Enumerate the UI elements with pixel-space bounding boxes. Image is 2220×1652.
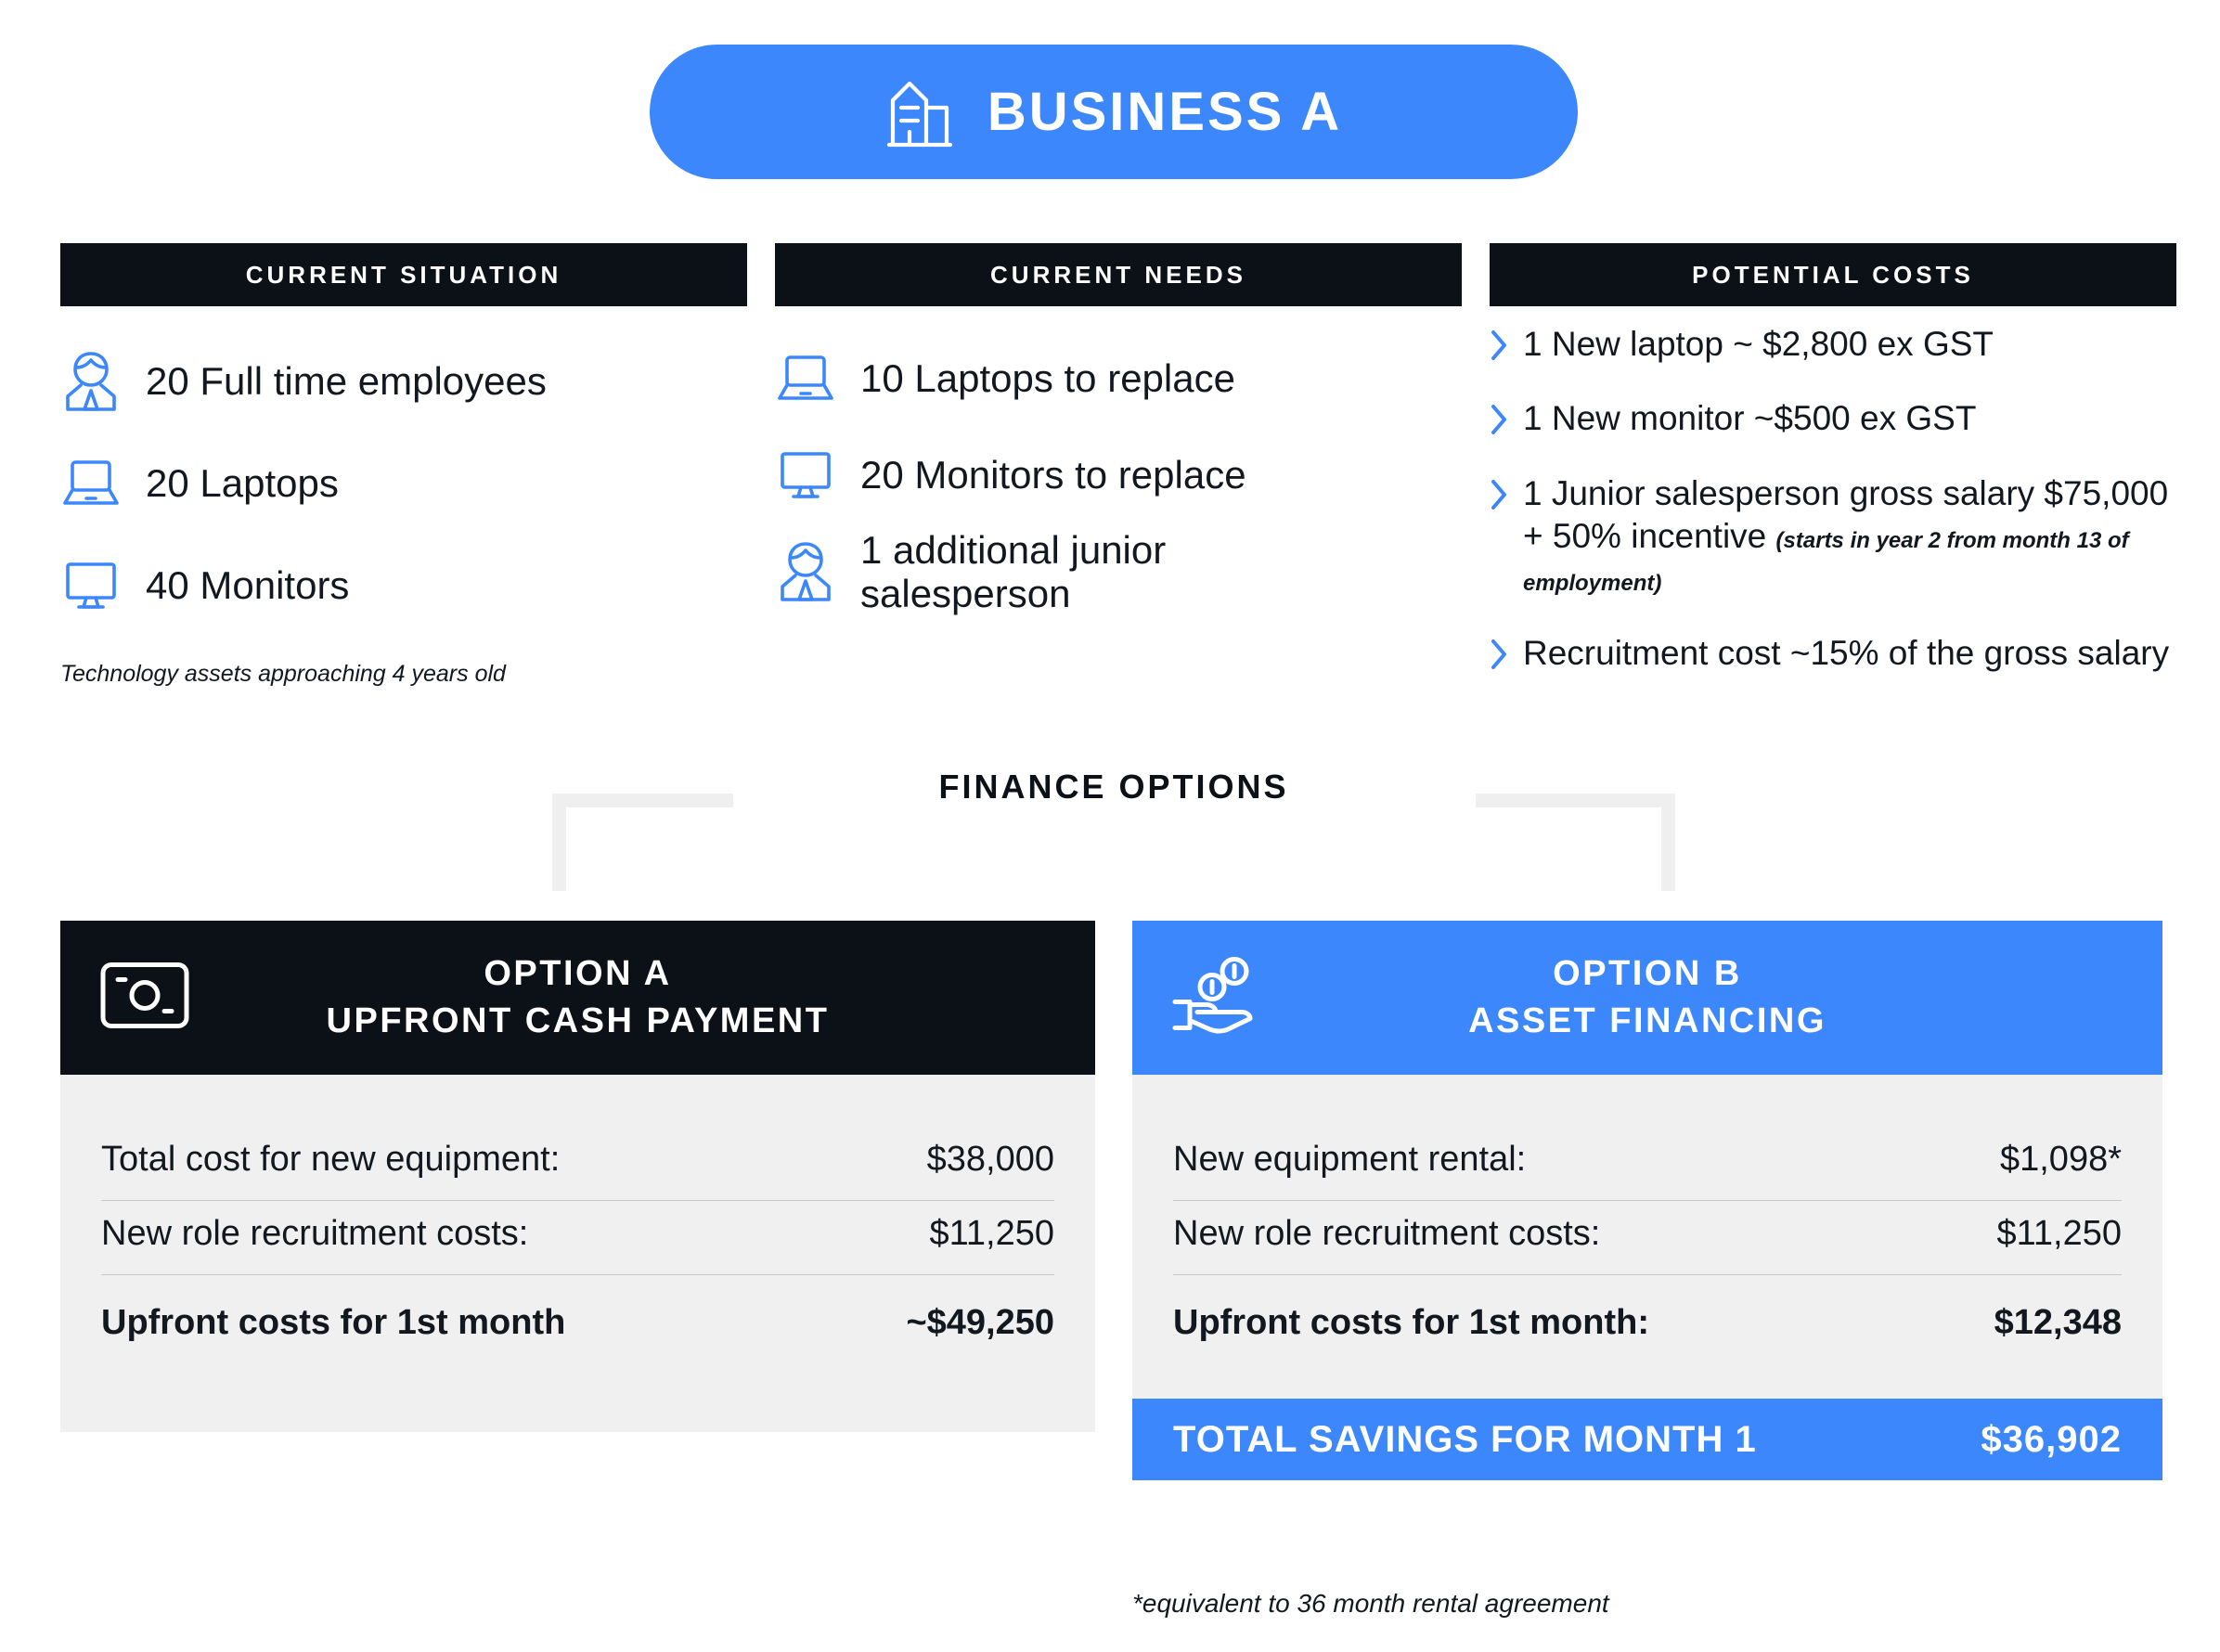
column-current-situation: CURRENT SITUATION 20 Full time employees: [60, 243, 747, 688]
building-icon: [885, 76, 954, 148]
technology-assets-note: Technology assets approaching 4 years ol…: [60, 661, 506, 687]
bullet-list: 1 New laptop ~ $2,800 ex GST 1 New monit…: [1490, 323, 2176, 676]
row-value: $12,348: [1994, 1303, 2122, 1342]
list-item-label: 20 Monitors to replace: [860, 453, 1246, 497]
cost-item-label: 1 New monitor ~$500 ex GST: [1523, 399, 1977, 438]
row-value: $11,250: [929, 1214, 1054, 1253]
option-a-header: OPTION A UPFRONT CASH PAYMENT: [60, 921, 1095, 1075]
table-row: New equipment rental: $1,098*: [1173, 1127, 2122, 1200]
list-item: Recruitment cost ~15% of the gross salar…: [1490, 632, 2176, 675]
row-label: Total cost for new equipment:: [101, 1140, 561, 1179]
list-item: 40 Monitors: [60, 535, 747, 637]
option-a-title-line1: OPTION A: [484, 953, 672, 993]
list-item-label: 20 Full time employees: [146, 359, 547, 404]
divider-leg-right: [1661, 794, 1675, 891]
list-item-label: 1 additional junior salesperson: [860, 527, 1167, 615]
option-a-body: Total cost for new equipment: $38,000 Ne…: [60, 1075, 1095, 1432]
laptop-icon: [60, 458, 122, 510]
list-item-label: 10 Laptops to replace: [860, 356, 1235, 401]
option-b-titles: OPTION B ASSET FINANCING: [1132, 950, 2162, 1046]
option-b-header: OPTION B ASSET FINANCING: [1132, 921, 2162, 1075]
person-icon: [60, 350, 122, 413]
option-b-card: OPTION B ASSET FINANCING New equipment r…: [1132, 921, 2162, 1480]
total-savings-bar: TOTAL SAVINGS FOR MONTH 1 $36,902: [1132, 1399, 2162, 1480]
hand-coins-icon: [1171, 956, 1273, 1040]
item-list: 10 Laptops to replace 20 Monitors to rep…: [775, 330, 1462, 620]
chevron-right-icon: [1490, 472, 1510, 515]
option-b-body: New equipment rental: $1,098* New role r…: [1132, 1075, 2162, 1399]
column-heading: CURRENT SITUATION: [60, 243, 747, 306]
list-item: 1 New monitor ~$500 ex GST: [1490, 397, 2176, 440]
list-item: 20 Full time employees: [60, 330, 747, 432]
option-a-card: OPTION A UPFRONT CASH PAYMENT Total cost…: [60, 921, 1095, 1432]
monitor-icon: [775, 449, 836, 501]
cost-item-label: Recruitment cost ~15% of the gross salar…: [1523, 634, 2170, 673]
table-row-total: Upfront costs for 1st month: $12,348: [1173, 1275, 2122, 1352]
row-label: Upfront costs for 1st month:: [1173, 1303, 1649, 1342]
column-heading: CURRENT NEEDS: [775, 243, 1462, 306]
divider-leg-left: [552, 794, 566, 891]
total-savings-value: $36,902: [1981, 1418, 2122, 1460]
list-item: 1 additional junior salesperson: [775, 523, 1462, 620]
cost-item-label: 1 New laptop ~ $2,800 ex GST: [1523, 325, 1994, 363]
row-label: Upfront costs for 1st month: [101, 1303, 566, 1342]
column-current-needs: CURRENT NEEDS 10 Laptops to replace 20 M…: [775, 243, 1462, 620]
row-value: $1,098*: [1999, 1140, 2122, 1179]
list-item: 1 Junior salesperson gross salary $75,00…: [1490, 472, 2176, 601]
finance-options-label: FINANCE OPTIONS: [914, 768, 1313, 806]
total-savings-label: TOTAL SAVINGS FOR MONTH 1: [1173, 1418, 1757, 1460]
table-row: New role recruitment costs: $11,250: [101, 1201, 1054, 1274]
business-title-label: BUSINESS A: [987, 81, 1343, 142]
option-b-title-line1: OPTION B: [1553, 953, 1742, 993]
row-value: $38,000: [926, 1140, 1054, 1179]
laptop-icon: [775, 353, 836, 405]
list-item-label: 40 Monitors: [146, 563, 350, 608]
chevron-right-icon: [1490, 397, 1510, 440]
option-b-title-line2: ASSET FINANCING: [1468, 1001, 1826, 1040]
table-row-total: Upfront costs for 1st month ~$49,250: [101, 1275, 1054, 1352]
list-item: 20 Monitors to replace: [775, 427, 1462, 523]
row-label: New role recruitment costs:: [101, 1214, 529, 1253]
column-potential-costs: POTENTIAL COSTS 1 New laptop ~ $2,800 ex…: [1490, 243, 2176, 707]
table-row: Total cost for new equipment: $38,000: [101, 1127, 1054, 1200]
row-value: $11,250: [1996, 1214, 2122, 1253]
infographic-page: BUSINESS A CURRENT SITUATION 20 Full tim…: [0, 0, 2220, 1652]
option-a-title-line2: UPFRONT CASH PAYMENT: [326, 1001, 830, 1040]
item-list: 20 Full time employees 20 Laptops 40 Mon…: [60, 330, 747, 637]
row-label: New equipment rental:: [1173, 1140, 1527, 1179]
monitor-icon: [60, 560, 122, 612]
column-heading: POTENTIAL COSTS: [1490, 243, 2176, 306]
cost-item-wrapper: 1 Junior salesperson gross salary $75,00…: [1523, 472, 2176, 601]
table-row: New role recruitment costs: $11,250: [1173, 1201, 2122, 1274]
row-label: New role recruitment costs:: [1173, 1214, 1601, 1253]
row-value: ~$49,250: [906, 1303, 1054, 1342]
finance-options-divider: FINANCE OPTIONS: [552, 768, 1675, 891]
banknote-icon: [99, 962, 190, 1035]
divider-label-wrapper: FINANCE OPTIONS: [552, 768, 1675, 807]
option-a-titles: OPTION A UPFRONT CASH PAYMENT: [60, 950, 1095, 1046]
list-item: 1 New laptop ~ $2,800 ex GST: [1490, 323, 2176, 366]
person-icon: [775, 540, 836, 603]
list-item-label: 20 Laptops: [146, 461, 339, 506]
list-item: 10 Laptops to replace: [775, 330, 1462, 427]
chevron-right-icon: [1490, 323, 1510, 366]
chevron-right-icon: [1490, 632, 1510, 675]
business-title-pill: BUSINESS A: [650, 45, 1578, 179]
list-item: 20 Laptops: [60, 432, 747, 535]
rental-agreement-footnote: *equivalent to 36 month rental agreement: [1132, 1589, 1609, 1618]
